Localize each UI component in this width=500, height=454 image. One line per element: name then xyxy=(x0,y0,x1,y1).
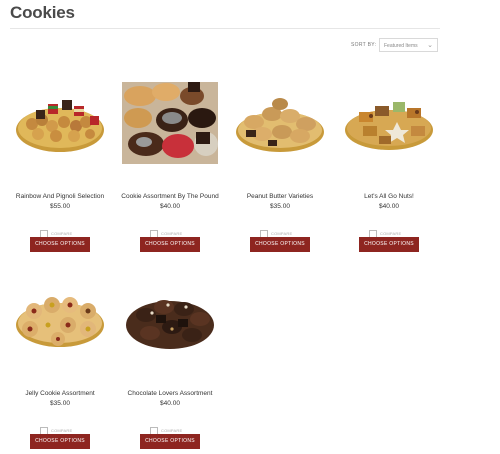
compare-checkbox[interactable]: COMPARE xyxy=(150,225,182,238)
product-price: $40.00 xyxy=(160,203,180,210)
product-image[interactable] xyxy=(12,279,108,361)
product-price: $55.00 xyxy=(50,203,70,210)
product-price: $40.00 xyxy=(379,203,399,210)
title-divider xyxy=(10,28,440,29)
product-image[interactable] xyxy=(341,82,437,164)
compare-checkbox[interactable]: COMPARE xyxy=(260,225,292,238)
sort-by-value: Featured Items xyxy=(384,43,418,49)
product-name[interactable]: Chocolate Lovers Assortment xyxy=(115,390,225,397)
product-image[interactable] xyxy=(122,82,218,164)
product-price: $40.00 xyxy=(160,400,180,407)
choose-options-button[interactable]: CHOOSE OPTIONS xyxy=(140,237,200,252)
page-title: Cookies xyxy=(10,3,75,22)
product-image[interactable] xyxy=(232,82,328,164)
choose-options-button[interactable]: CHOOSE OPTIONS xyxy=(30,434,90,449)
choose-options-button[interactable]: CHOOSE OPTIONS xyxy=(359,237,419,252)
product-name[interactable]: Peanut Butter Varieties xyxy=(225,193,335,200)
choose-options-button[interactable]: CHOOSE OPTIONS xyxy=(140,434,200,449)
choose-options-button[interactable]: CHOOSE OPTIONS xyxy=(30,237,90,252)
sort-by-label: SORT BY: xyxy=(351,42,377,48)
compare-checkbox[interactable]: COMPARE xyxy=(150,422,182,435)
product-price: $35.00 xyxy=(50,400,70,407)
compare-checkbox[interactable]: COMPARE xyxy=(40,422,72,435)
product-image[interactable] xyxy=(122,279,218,361)
choose-options-button[interactable]: CHOOSE OPTIONS xyxy=(250,237,310,252)
product-price: $35.00 xyxy=(270,203,290,210)
sort-by-select[interactable]: Featured Items ⌄ xyxy=(379,38,438,52)
product-name[interactable]: Jelly Cookie Assortment xyxy=(5,390,115,397)
compare-checkbox[interactable]: COMPARE xyxy=(369,225,401,238)
product-name[interactable]: Cookie Assortment By The Pound xyxy=(115,193,225,200)
product-image[interactable] xyxy=(12,82,108,164)
compare-checkbox[interactable]: COMPARE xyxy=(40,225,72,238)
chevron-down-icon: ⌄ xyxy=(427,42,433,49)
product-name[interactable]: Rainbow And Pignoli Selection xyxy=(5,193,115,200)
product-name[interactable]: Let's All Go Nuts! xyxy=(334,193,444,200)
